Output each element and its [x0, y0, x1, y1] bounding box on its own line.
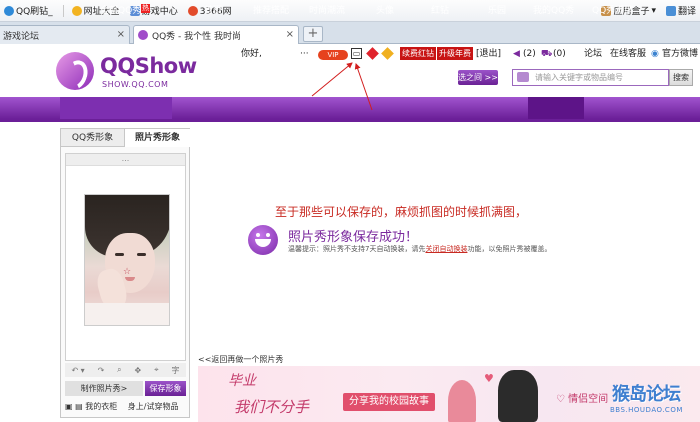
annotation-arrows [311, 62, 373, 111]
arrow-left [311, 62, 353, 97]
arrow-right [354, 63, 373, 111]
